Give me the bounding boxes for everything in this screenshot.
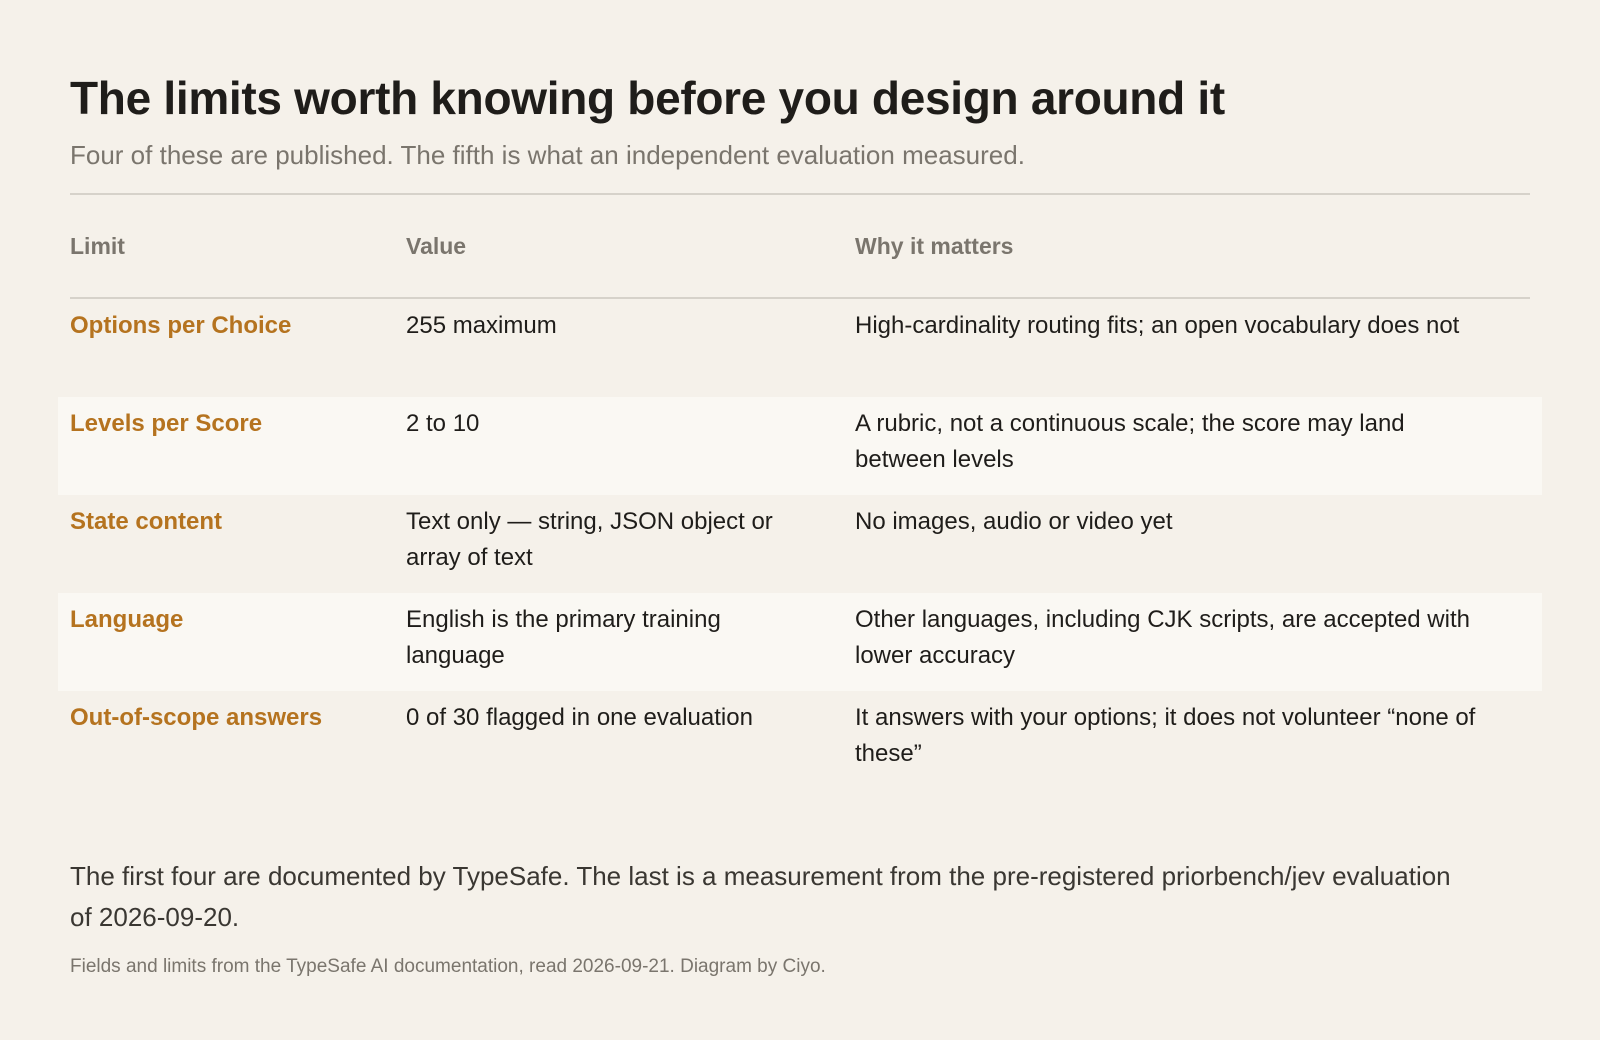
limit-value: 2 to 10 <box>406 397 855 495</box>
table-row: Language English is the primary training… <box>70 593 1530 691</box>
limit-why: High-cardinality routing fits; an open v… <box>855 312 1460 339</box>
limit-why: No images, audio or video yet <box>855 508 1173 535</box>
limit-name: Language <box>70 593 406 691</box>
limit-name: State content <box>70 508 223 535</box>
limit-why: A rubric, not a continuous scale; the sc… <box>855 397 1530 495</box>
table-row: Options per Choice 255 maximum High-card… <box>70 298 1530 397</box>
column-header-limit: Limit <box>70 195 406 299</box>
table-row: State content Text only — string, JSON o… <box>70 495 1530 593</box>
limit-value: 255 maximum <box>406 312 557 339</box>
limit-value: English is the primary training language <box>406 593 855 691</box>
limits-table: Limit Value Why it matters Options per C… <box>70 195 1530 789</box>
footer-note: The first four are documented by TypeSaf… <box>70 861 1451 932</box>
column-header-why: Why it matters <box>855 195 1530 299</box>
table-row: Out-of-scope answers 0 of 30 flagged in … <box>70 691 1530 789</box>
page-subtitle: Four of these are published. The fifth i… <box>70 140 1025 170</box>
limit-why: Other languages, including CJK scripts, … <box>855 593 1530 691</box>
page-title: The limits worth knowing before you desi… <box>70 72 1225 124</box>
column-header-value: Value <box>406 195 855 299</box>
limit-name: Out-of-scope answers <box>70 704 323 731</box>
page-content: The limits worth knowing before you desi… <box>70 68 1530 980</box>
limit-why: It answers with your options; it does no… <box>855 704 1476 767</box>
limit-name: Levels per Score <box>70 397 406 495</box>
source-credit: Fields and limits from the TypeSafe AI d… <box>70 956 826 977</box>
limit-name: Options per Choice <box>70 312 292 339</box>
limit-value: 0 of 30 flagged in one evaluation <box>406 704 753 731</box>
table-header-row: Limit Value Why it matters <box>70 195 1530 299</box>
table-row: Levels per Score 2 to 10 A rubric, not a… <box>70 397 1530 495</box>
limit-value: Text only — string, JSON object or array… <box>406 508 773 571</box>
